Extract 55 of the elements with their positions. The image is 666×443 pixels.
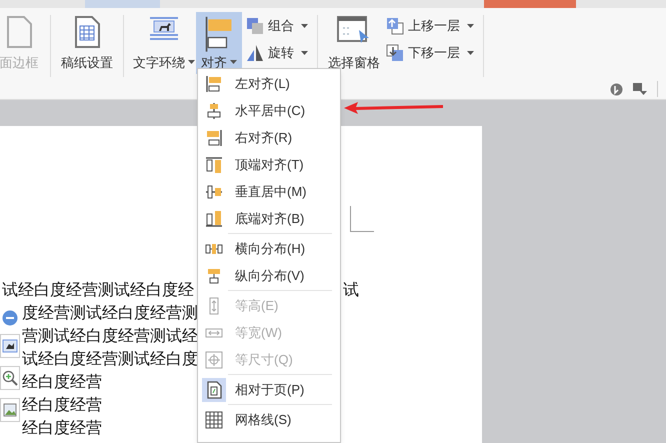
menu-item[interactable]: 相对于页(P) [198,376,340,403]
picture-icon [149,16,179,42]
grid-icon [205,410,223,428]
picture-icon [2,339,18,353]
align-top-icon [205,156,223,174]
zoom-button[interactable] [0,366,20,390]
align-bottom-icon [205,210,223,228]
stack-icon [246,17,264,35]
minus-icon[interactable] [2,310,18,326]
align-middle-icon [205,182,223,200]
menu-item[interactable]: 纵向分布(V) [198,262,340,289]
page-icon [5,16,33,48]
ribbon-button[interactable]: 上移一层 [385,15,475,37]
text-line: 经白度经营 [22,418,102,439]
caret-icon [467,51,474,55]
align-left-icon [205,74,223,92]
menu-item[interactable]: 右对齐(R) [198,124,340,151]
text-wrap-button[interactable] [0,334,20,358]
caret-icon [230,60,237,64]
menu-item[interactable]: 网格线(S) [198,406,340,433]
ribbon-button[interactable]: 旋转 [245,42,309,64]
align-right-icon [205,128,223,146]
menu-item[interactable]: 顶端对齐(T) [198,151,340,178]
layer-up-icon [386,17,404,35]
menu-item[interactable]: 横向分布(H) [198,235,340,262]
ribbon-button[interactable]: 下移一层 [385,42,475,64]
distribute-vertical-icon [205,266,223,284]
image-button[interactable] [0,398,20,422]
ribbon-button[interactable]: 稿纸设置 [59,12,115,74]
menu-item[interactable]: 垂直居中(M) [198,178,340,205]
crop-mark [350,206,374,232]
grid-paper-icon [73,16,101,48]
ribbon-button[interactable]: 组合 [245,15,309,37]
text-line: 试经白度经营测试经白度 [22,350,198,370]
text-line: 经白度经营 [22,372,102,393]
menu-item[interactable]: 水平居中(C) [198,97,340,124]
text-line: 营测试经白度经营测试经 [22,326,198,347]
triangle-icon [246,44,264,62]
text-line: 经白度经营 [22,396,102,416]
ribbon-button[interactable]: 文字环绕 [132,12,196,74]
ribbon-button[interactable]: 对齐 [196,12,242,74]
text-line: 度经营测试经白度经营测 [22,304,198,324]
caret-icon [467,24,474,28]
menu-item[interactable]: 底端对齐(B) [198,205,340,232]
layer-down-icon [386,44,404,62]
dropdown-icon[interactable] [633,83,647,95]
image-icon [3,403,17,417]
zoom-in-icon [2,370,18,386]
equal-size-icon [205,350,223,368]
text-line: 试经白度经营测试经白度经 [2,280,194,301]
caret-icon [188,60,195,64]
caret-icon [301,51,308,55]
caret-icon [301,24,308,28]
text-fragment: 试 [343,280,359,301]
align-center-icon [205,102,223,120]
